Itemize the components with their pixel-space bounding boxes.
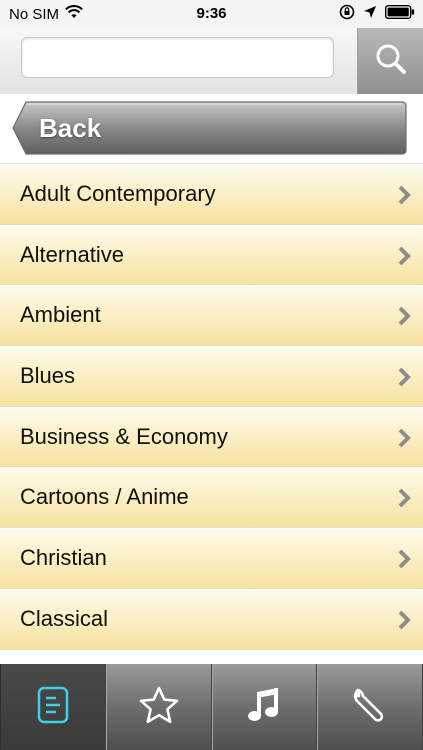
tab-genres[interactable] (0, 664, 106, 750)
back-button[interactable]: Back (12, 100, 408, 156)
chevron-right-icon (397, 428, 411, 453)
genre-list: Adult Contemporary Alternative Ambient B… (0, 164, 423, 650)
list-item[interactable]: Classical (0, 588, 423, 650)
back-label: Back (39, 113, 102, 143)
chevron-right-icon (397, 367, 411, 392)
chevron-right-icon (397, 549, 411, 574)
search-button[interactable] (357, 28, 423, 94)
search-bar (0, 28, 423, 94)
list-item-label: Alternative (20, 241, 124, 267)
rotation-lock-icon (339, 4, 355, 24)
list-item-label: Business & Economy (20, 423, 228, 449)
list-item[interactable]: Blues (0, 346, 423, 407)
search-icon (374, 42, 408, 81)
search-input[interactable] (21, 37, 334, 78)
list-item-label: Blues (20, 363, 76, 389)
tab-favorites[interactable] (105, 664, 212, 750)
location-arrow-icon (363, 5, 377, 23)
tab-now-playing[interactable] (211, 664, 318, 750)
wrench-icon (350, 685, 390, 730)
document-icon (36, 685, 70, 730)
star-icon (138, 685, 180, 730)
list-item[interactable]: Ambient (0, 285, 423, 347)
status-bar: No SIM 9:36 (0, 0, 423, 28)
list-item-label: Cartoons / Anime (20, 484, 189, 510)
back-bar: Back (0, 94, 423, 164)
chevron-right-icon (397, 488, 411, 513)
list-item[interactable]: Business & Economy (0, 406, 423, 468)
list-item[interactable]: Christian (0, 528, 423, 589)
status-right (339, 4, 415, 24)
tab-bar (0, 664, 423, 750)
list-item-label: Christian (20, 545, 107, 571)
tab-settings[interactable] (317, 664, 423, 750)
chevron-right-icon (397, 610, 411, 635)
battery-icon (384, 4, 415, 23)
list-item[interactable]: Cartoons / Anime (0, 467, 423, 529)
list-item-label: Adult Contemporary (20, 181, 216, 206)
list-item-label: Ambient (20, 302, 101, 328)
list-item-label: Classical (20, 605, 109, 631)
list-item[interactable]: Adult Contemporary (0, 164, 423, 225)
list-item[interactable]: Alternative (0, 224, 423, 286)
chevron-right-icon (397, 246, 411, 271)
chevron-right-icon (397, 185, 411, 210)
music-note-icon (245, 686, 283, 729)
chevron-right-icon (397, 306, 411, 331)
